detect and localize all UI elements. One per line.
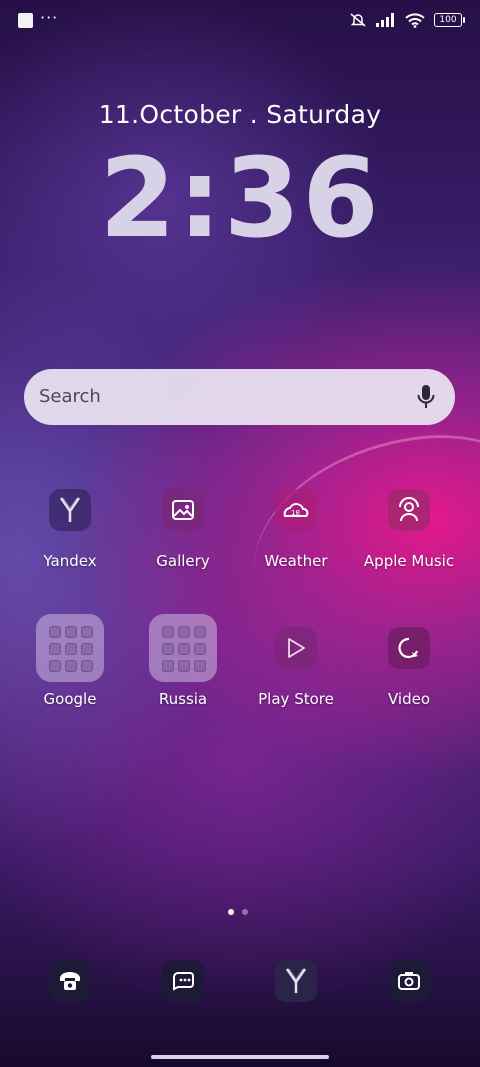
yandex-icon[interactable] — [49, 489, 91, 531]
app-label-gallery: Gallery — [156, 552, 210, 570]
search-label: Search — [39, 386, 101, 407]
search-bar[interactable]: Search — [24, 369, 455, 425]
date-label: 11.October . Saturday — [98, 100, 382, 129]
camera-icon[interactable] — [388, 960, 430, 1002]
apple-music-icon[interactable] — [388, 489, 430, 531]
play-store-icon[interactable] — [275, 627, 317, 669]
more-notifications-dots: ··· — [40, 8, 59, 27]
app-label-video: Video — [387, 690, 431, 708]
notification-square-icon — [18, 13, 33, 28]
mic-icon[interactable] — [415, 383, 437, 411]
phone-icon[interactable] — [49, 960, 91, 1002]
battery-indicator: 100 — [434, 13, 465, 27]
wallpaper-swoosh — [237, 420, 480, 663]
folder-google[interactable] — [36, 614, 104, 682]
page-indicator — [228, 909, 248, 915]
mute-icon — [350, 13, 366, 27]
page-dot — [242, 909, 248, 915]
signal-icon — [376, 13, 394, 27]
app-label-yandex: Yandex — [43, 552, 97, 570]
home-indicator-bar[interactable] — [151, 1055, 329, 1059]
weather-icon[interactable]: 18 — [275, 489, 317, 531]
svg-text:18: 18 — [291, 509, 300, 517]
video-icon[interactable] — [388, 627, 430, 669]
clock-time[interactable]: 2:36 — [0, 133, 480, 263]
gallery-icon[interactable] — [162, 489, 204, 531]
status-icons: 100 — [349, 12, 465, 28]
status-bar: ··· 100 — [0, 0, 480, 42]
app-label-google: Google — [43, 690, 97, 708]
wifi-icon — [405, 12, 425, 28]
app-label-play-store: Play Store — [258, 690, 334, 708]
folder-russia[interactable] — [149, 614, 217, 682]
page-dot-active — [228, 909, 234, 915]
app-label-russia: Russia — [158, 690, 208, 708]
messages-icon[interactable] — [162, 960, 204, 1002]
app-label-apple-music: Apple Music — [363, 552, 455, 570]
yandex-browser-icon[interactable] — [275, 960, 317, 1002]
app-label-weather: Weather — [264, 552, 328, 570]
